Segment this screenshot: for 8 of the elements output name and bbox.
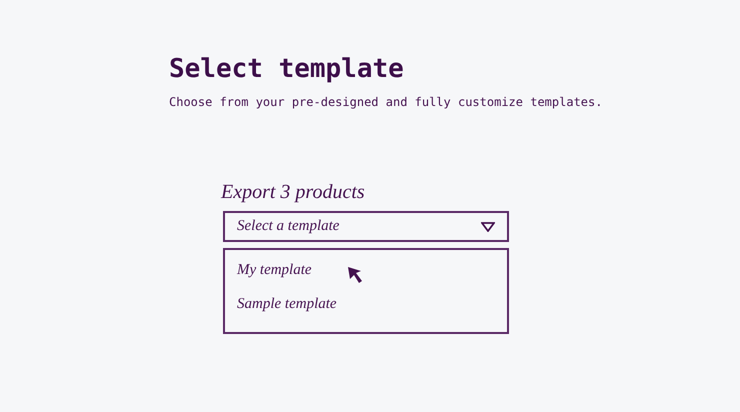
page-subtitle: Choose from your pre-designed and fully customize templates. — [169, 94, 602, 110]
dropdown-option[interactable]: My template — [225, 260, 324, 280]
field-label: Export 3 products — [221, 180, 365, 204]
cursor-icon — [347, 266, 363, 284]
template-select[interactable]: Select a template — [223, 211, 509, 242]
caret-icon — [481, 222, 495, 232]
page-title: Select template — [169, 53, 404, 86]
dropdown-option[interactable]: Sample template — [225, 294, 349, 314]
